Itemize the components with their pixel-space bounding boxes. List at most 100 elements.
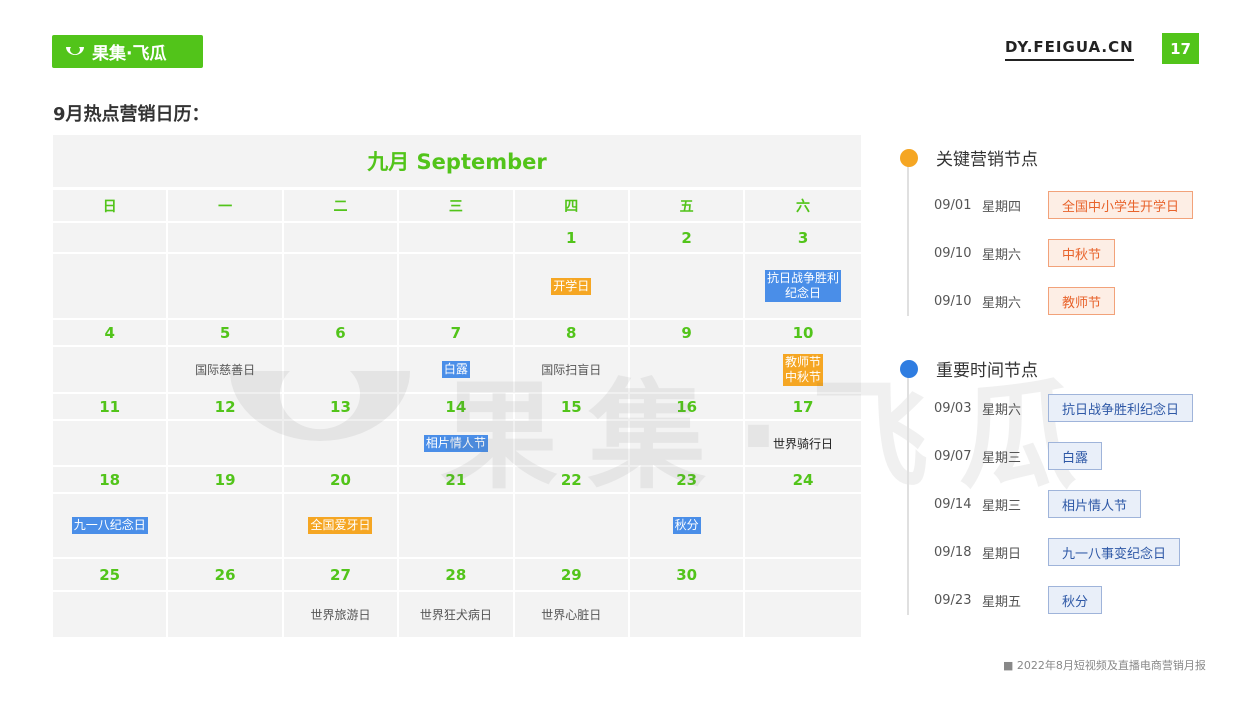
week-date-row: 11 12 13 14 15 16 17 <box>53 394 861 421</box>
timeline-item: 09/03 星期六 抗日战争胜利纪念日 <box>934 394 1194 422</box>
day-number: 6 <box>283 320 400 347</box>
day-number <box>283 223 400 254</box>
day-number: 9 <box>629 320 746 347</box>
timeline-item: 09/07 星期三 白露 <box>934 442 1103 470</box>
timeline-date: 09/03 <box>934 400 972 416</box>
site-url[interactable]: DY.FEIGUA.CN <box>1005 38 1134 61</box>
timeline-weekday: 星期日 <box>982 546 1022 562</box>
weekday-header-cell: 四 <box>514 190 630 223</box>
week-date-row: 123 <box>53 223 861 254</box>
day-event-cell: 相片情人节 <box>399 421 515 467</box>
day-event-cell <box>514 421 630 467</box>
calendar: 九月 September 日一二三四五六 1 2 3 开学日 抗日战争胜利 纪念日 4 5 6… <box>53 135 861 639</box>
day-number: 4 <box>53 320 169 347</box>
timeline-date: 09/10 <box>934 293 972 309</box>
weekday-header-cell: 一 <box>168 190 284 223</box>
day-event-cell <box>399 494 515 559</box>
weekday-header-cell: 二 <box>283 190 400 223</box>
timeline-weekday: 星期六 <box>982 295 1022 311</box>
day-event-cell <box>629 592 746 639</box>
timeline-date: 09/18 <box>934 544 972 560</box>
day-event-cell <box>53 592 169 639</box>
day-event-cell <box>168 254 284 320</box>
day-number: 26 <box>168 559 284 592</box>
day-event-cell: 教师节 中秋节 <box>745 347 861 394</box>
key-nodes-dot-icon <box>900 148 918 167</box>
event-label: 全国爱牙日 <box>308 517 373 534</box>
weekday-header-row: 日一二三四五六 <box>53 190 861 223</box>
day-event-cell <box>629 254 746 320</box>
day-number <box>745 559 861 592</box>
day-event-cell <box>629 421 746 467</box>
key-nodes-timeline-line <box>907 166 909 316</box>
day-number: 30 <box>629 559 746 592</box>
weekday-header-cell: 五 <box>629 190 746 223</box>
timeline-event-tag: 相片情人节 <box>1048 490 1142 518</box>
day-event-cell <box>745 494 861 559</box>
day-number: 28 <box>399 559 515 592</box>
timeline-event-tag: 中秋节 <box>1048 239 1116 267</box>
brand-logo: 果集·飞瓜 <box>52 35 203 68</box>
timeline-item: 09/23 星期五 秋分 <box>934 586 1103 614</box>
timeline-date: 09/23 <box>934 592 972 608</box>
day-event-cell: 九一八纪念日 <box>53 494 169 559</box>
week-event-row: 世界旅游日 世界狂犬病日 世界心脏日 <box>53 592 861 639</box>
timeline-event-tag: 教师节 <box>1048 287 1116 315</box>
timeline-item: 09/14 星期三 相片情人节 <box>934 490 1142 518</box>
day-number: 5 <box>168 320 284 347</box>
event-label: 抗日战争胜利 纪念日 <box>765 270 842 302</box>
day-number: 16 <box>629 394 746 421</box>
day-event-cell: 世界狂犬病日 <box>399 592 515 639</box>
timeline-date: 09/10 <box>934 245 972 261</box>
day-event-cell: 世界骑行日 <box>745 421 861 467</box>
day-number: 21 <box>399 467 515 494</box>
day-number: 11 <box>53 394 169 421</box>
important-nodes-timeline-line <box>907 377 909 615</box>
week-date-row: 4 5 6 7 8 9 10 <box>53 320 861 347</box>
timeline-item: 09/10 星期六 教师节 <box>934 287 1116 315</box>
timeline-weekday: 星期三 <box>982 450 1022 466</box>
day-number: 20 <box>283 467 400 494</box>
timeline-weekday: 星期四 <box>982 199 1022 215</box>
week-event-row: 国际慈善日 白露 国际扫盲日 教师节 中秋节 <box>53 347 861 394</box>
day-event-cell <box>745 592 861 639</box>
event-label: 世界心脏日 <box>541 608 602 622</box>
day-event-cell: 国际扫盲日 <box>514 347 630 394</box>
page-number: 17 <box>1162 33 1199 64</box>
day-number: 25 <box>53 559 169 592</box>
day-number: 14 <box>399 394 515 421</box>
day-number: 24 <box>745 467 861 494</box>
timeline-weekday: 星期六 <box>982 402 1022 418</box>
day-event-cell: 世界旅游日 <box>283 592 400 639</box>
day-event-cell <box>168 494 284 559</box>
day-event-cell <box>53 421 169 467</box>
day-number: 8 <box>514 320 630 347</box>
day-event-cell <box>168 421 284 467</box>
week-date-row: 18 19 20 21 22 23 24 <box>53 467 861 494</box>
timeline-weekday: 星期五 <box>982 594 1022 610</box>
day-number: 18 <box>53 467 169 494</box>
event-label: 九一八纪念日 <box>71 517 148 534</box>
day-number: 12 <box>168 394 284 421</box>
day-number: 17 <box>745 394 861 421</box>
day-number: 23 <box>629 467 746 494</box>
event-label: 秋分 <box>672 517 701 534</box>
weekday-header-cell: 六 <box>745 190 861 223</box>
day-number: 22 <box>514 467 630 494</box>
day-event-cell: 国际慈善日 <box>168 347 284 394</box>
weekday-header-cell: 日 <box>53 190 169 223</box>
timeline-event-tag: 秋分 <box>1048 586 1103 614</box>
important-nodes-title-text: 重要时间节点 <box>936 361 1038 381</box>
event-label: 世界狂犬病日 <box>419 608 492 622</box>
footer-source: ■ 2022年8月短视频及直播电商营销月报 <box>1003 659 1206 672</box>
timeline-date: 09/01 <box>934 197 972 213</box>
day-event-cell: 世界心脏日 <box>514 592 630 639</box>
week-event-row: 相片情人节 世界骑行日 <box>53 421 861 467</box>
day-event-cell <box>399 254 515 320</box>
weekday-header-cell: 三 <box>399 190 515 223</box>
day-event-cell: 秋分 <box>629 494 746 559</box>
timeline-date: 09/07 <box>934 448 972 464</box>
day-number: 1 <box>514 223 630 254</box>
day-event-cell: 抗日战争胜利 纪念日 <box>745 254 861 320</box>
day-event-cell <box>168 592 284 639</box>
